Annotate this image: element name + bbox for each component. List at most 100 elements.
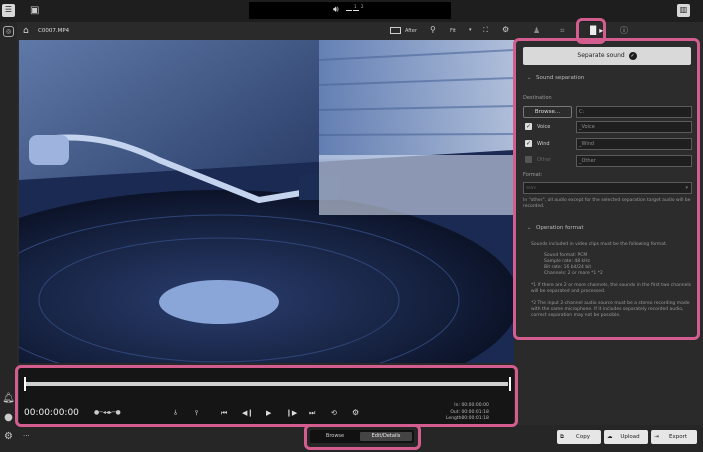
destination-field[interactable]: C: [576, 106, 692, 118]
right-panel-tabs: ♟ ⌗ ▐▌▸ ⓘ [517, 22, 703, 40]
operation-chevron-icon[interactable]: ⌄ [527, 225, 531, 231]
operation-intro: Sounds included in video clips must be t… [531, 242, 668, 247]
audio-level-meter: 🔊︎ 1 2 [249, 2, 451, 19]
clip-title: C0007.MP4 [38, 28, 70, 34]
tab-crop-icon[interactable]: ⌗ [560, 26, 565, 36]
export-label: Export [668, 434, 687, 440]
zoom-icon[interactable]: ⚲ [430, 25, 436, 34]
other-note: In "other", all audio except for the sel… [523, 198, 691, 209]
timecode-display: 00:00:00:00 [24, 408, 79, 418]
go-to-start-icon[interactable]: ⏮ [221, 409, 227, 418]
top-bar: ☰ ▣ 🔊︎ 1 2 ▥ [0, 0, 703, 22]
format-value: wav [526, 185, 537, 191]
channels-line: Channels: 2 or more *1 *2 [544, 271, 603, 276]
length-value: 00:00:01:18 [461, 416, 489, 421]
more-options[interactable]: ··· [23, 432, 30, 440]
left-rail: ◎ 🔔︎ ● ⚙ [0, 22, 17, 452]
browse-button[interactable]: Browse... [523, 106, 572, 118]
check-circle-icon: ✓ [628, 52, 637, 60]
wind-suffix-field[interactable]: _Wind [576, 138, 692, 150]
length-label: Length: [446, 416, 464, 421]
upload-button[interactable]: ☁ Upload [604, 430, 648, 444]
voice-checkbox[interactable]: ✓ [525, 123, 532, 130]
settings-icon[interactable]: ⚙ [2, 430, 15, 443]
bottom-bar: ··· Browse Edit/Details ⧉ Copy ☁ Upload … [17, 425, 703, 452]
speaker-icon[interactable]: 🔊︎ [333, 5, 339, 15]
note-2: *2 The input 2-channel audio source must… [531, 301, 690, 318]
export-icon: ⇥ [654, 434, 659, 440]
fullscreen-icon[interactable]: ⛶ [483, 26, 488, 35]
voice-suffix-field[interactable]: _Voice [576, 121, 692, 133]
export-button[interactable]: ⇥ Export [651, 430, 697, 444]
fit-dropdown[interactable]: Fit [450, 28, 456, 34]
go-to-end-icon[interactable]: ⏭ [309, 409, 315, 418]
copy-icon: ⧉ [560, 434, 564, 440]
note-1: *1 If there are 2 or more channels, the … [531, 283, 691, 294]
format-label: Format: [523, 172, 543, 178]
app-window: ☰ ▣ 🔊︎ 1 2 ▥ ◎ 🔔︎ ● ⚙ ⌂ C0007.MP4 After … [0, 0, 703, 452]
after-label[interactable]: After [405, 28, 417, 34]
sound-separation-header[interactable]: Sound separation [536, 75, 584, 81]
timeline-end-marker[interactable] [509, 377, 511, 391]
mark-in-icon[interactable]: ⫰ [174, 409, 177, 418]
jog-shuttle-icon[interactable]: ●─◂◂▸─● [94, 409, 121, 416]
turntable-image [19, 40, 514, 363]
wind-label: Wind [537, 141, 550, 147]
separate-sound-label: Separate sound [577, 52, 625, 59]
compare-icon[interactable] [390, 27, 401, 34]
loop-icon[interactable]: ⟲ [331, 409, 337, 417]
in-out-info: In: 00:00:00:00 Out: 00:00:01:18 Length:… [446, 403, 510, 423]
channel-1-label: 1 [354, 4, 357, 9]
out-value: 00:00:01:18 [461, 409, 489, 415]
channel-2-label: 2 [361, 4, 364, 9]
voice-label: Voice [537, 124, 551, 130]
sidebar-toggle-icon[interactable]: ▣ [30, 5, 39, 17]
other-checkbox[interactable] [525, 156, 532, 163]
account-icon[interactable]: ● [2, 411, 15, 424]
in-value: 00:00:00:00 [461, 403, 489, 408]
mode-switch: Browse Edit/Details [310, 430, 414, 443]
copy-label: Copy [576, 434, 590, 440]
tab-edit-details[interactable]: Edit/Details [360, 432, 412, 441]
tab-browse[interactable]: Browse [312, 432, 358, 441]
copy-button[interactable]: ⧉ Copy [557, 430, 601, 444]
other-label: Other [537, 157, 552, 163]
play-icon[interactable]: ▶ [266, 409, 271, 417]
instagram-icon[interactable]: ◎ [3, 26, 14, 37]
level-bar-2 [353, 10, 359, 11]
format-dropdown[interactable]: wav ▾ [523, 182, 692, 194]
upload-label: Upload [620, 434, 640, 440]
home-icon[interactable]: ⌂ [23, 26, 29, 36]
operation-format-header[interactable]: Operation format [536, 225, 583, 231]
level-bar-1 [346, 10, 352, 11]
viewer-toolbar: ⌂ C0007.MP4 After ⚲ Fit ▾ ⛶ ⚙ [17, 22, 514, 39]
wind-checkbox[interactable]: ✓ [525, 140, 532, 147]
right-panel-lower [517, 338, 703, 425]
mark-out-icon[interactable]: ⫯ [195, 409, 198, 418]
viewer-settings-icon[interactable]: ⚙ [502, 25, 509, 34]
timeline-track[interactable] [25, 382, 508, 386]
tab-info-icon[interactable]: ⓘ [620, 25, 628, 36]
playback-controls: 00:00:00:00 ●─◂◂▸─● ⫰ ⫯ ⏮ ◀❙ ▶ ❙▶ ⏭ ⟲ ⚙ … [19, 367, 514, 424]
browse-tab-label: Browse [325, 433, 345, 439]
collapse-chevron-icon[interactable]: ⌄ [527, 75, 531, 81]
tab-audio-separation-icon[interactable]: ▐▌▸ [587, 26, 603, 35]
upload-icon: ☁ [607, 434, 613, 440]
timeline-start-marker[interactable] [24, 377, 26, 391]
tab-stabilize-icon[interactable]: ♟ [533, 26, 540, 35]
dropdown-arrow-icon[interactable]: ▾ [469, 27, 472, 33]
notification-icon[interactable]: 🔔︎ [2, 392, 15, 405]
app-menu-icon[interactable]: ☰ [2, 4, 15, 17]
playback-settings-icon[interactable]: ⚙ [352, 408, 359, 417]
step-forward-icon[interactable]: ❙▶ [286, 409, 297, 417]
format-chevron-icon: ▾ [685, 185, 688, 191]
edit-tab-label: Edit/Details [371, 433, 401, 439]
video-preview [19, 40, 514, 363]
browse-label: Browse... [534, 109, 561, 115]
destination-label: Destination [523, 95, 552, 101]
separate-sound-button[interactable]: Separate sound ✓ [523, 47, 691, 65]
step-back-icon[interactable]: ◀❙ [242, 409, 253, 417]
sound-separation-panel: Separate sound ✓ ⌄ Sound separation Dest… [517, 40, 696, 338]
other-suffix-field[interactable]: _Other [576, 155, 692, 167]
panel-layout-icon[interactable]: ▥ [677, 4, 690, 17]
